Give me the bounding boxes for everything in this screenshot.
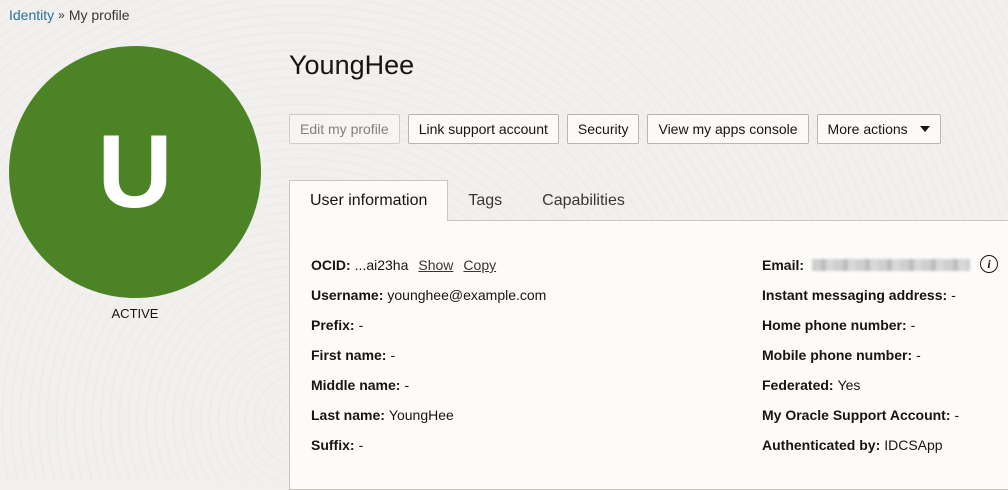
tab-user-information[interactable]: User information <box>289 180 449 221</box>
im-row: Instant messaging address: - <box>762 287 998 317</box>
mos-account-value: - <box>954 407 960 423</box>
avatar-letter: U <box>97 114 173 230</box>
mobile-phone-label: Mobile phone number: <box>762 347 913 363</box>
im-label: Instant messaging address: <box>762 287 948 303</box>
ocid-value: ...ai23ha <box>354 257 409 273</box>
im-value: - <box>951 287 956 303</box>
mos-account-row: My Oracle Support Account: - <box>762 407 998 437</box>
more-actions-button[interactable]: More actions <box>816 114 941 144</box>
page-title: YoungHee <box>289 50 415 80</box>
middle-name-label: Middle name: <box>311 377 401 393</box>
caret-down-icon <box>919 126 930 132</box>
info-column-right: Email: i Instant messaging address: - Ho… <box>762 255 999 467</box>
tab-bar: User information Tags Capabilities <box>289 180 645 221</box>
suffix-label: Suffix: <box>311 437 355 453</box>
tab-tags[interactable]: Tags <box>448 180 522 221</box>
email-row: Email: i <box>762 255 999 287</box>
link-support-account-button[interactable]: Link support account <box>407 114 559 144</box>
last-name-value: YoungHee <box>388 407 454 423</box>
first-name-row: First name: - <box>311 347 546 377</box>
ocid-copy-link[interactable]: Copy <box>463 257 496 273</box>
email-label: Email: <box>762 257 805 273</box>
last-name-label: Last name: <box>311 407 385 423</box>
prefix-row: Prefix: - <box>311 317 546 347</box>
federated-row: Federated: Yes <box>762 377 998 407</box>
edit-profile-button[interactable]: Edit my profile <box>289 114 400 144</box>
username-label: Username: <box>311 287 384 303</box>
avatar: U <box>9 46 261 298</box>
mos-account-label: My Oracle Support Account: <box>762 407 951 423</box>
home-phone-row: Home phone number: - <box>762 317 998 347</box>
status-label: ACTIVE <box>111 306 159 321</box>
federated-value: Yes <box>837 377 861 393</box>
mobile-phone-value: - <box>916 347 921 363</box>
tab-capabilities[interactable]: Capabilities <box>522 180 645 221</box>
breadcrumb-separator: » <box>58 8 65 22</box>
authenticated-by-value: IDCSApp <box>884 437 943 453</box>
last-name-row: Last name: YoungHee <box>311 407 546 437</box>
breadcrumb-identity-link[interactable]: Identity <box>9 7 54 23</box>
breadcrumb-current: My profile <box>68 7 130 23</box>
home-phone-value: - <box>910 317 916 333</box>
more-actions-label: More actions <box>827 121 908 137</box>
security-button[interactable]: Security <box>566 114 640 144</box>
ocid-show-link[interactable]: Show <box>418 257 453 273</box>
prefix-label: Prefix: <box>311 317 355 333</box>
info-column-left: OCID: ...ai23ha Show Copy Username: youn… <box>311 257 546 467</box>
first-name-label: First name: <box>311 347 387 363</box>
action-bar: Edit my profile Link support account Sec… <box>289 114 941 144</box>
breadcrumb: Identity » My profile <box>9 7 130 23</box>
username-row: Username: younghee@example.com <box>311 287 546 317</box>
middle-name-value: - <box>404 377 410 393</box>
suffix-value: - <box>358 437 364 453</box>
username-value: younghee@example.com <box>387 287 547 303</box>
authenticated-by-label: Authenticated by: <box>762 437 881 453</box>
home-phone-label: Home phone number: <box>762 317 907 333</box>
view-apps-console-button[interactable]: View my apps console <box>647 114 809 144</box>
authenticated-by-row: Authenticated by: IDCSApp <box>762 437 998 467</box>
info-icon[interactable]: i <box>980 255 999 273</box>
prefix-value: - <box>358 317 364 333</box>
email-value-redacted <box>812 259 971 271</box>
ocid-row: OCID: ...ai23ha Show Copy <box>311 257 546 287</box>
middle-name-row: Middle name: - <box>311 377 546 407</box>
user-information-panel: OCID: ...ai23ha Show Copy Username: youn… <box>289 220 1008 490</box>
ocid-label: OCID: <box>311 257 351 273</box>
federated-label: Federated: <box>762 377 834 393</box>
suffix-row: Suffix: - <box>311 437 546 467</box>
first-name-value: - <box>390 347 396 363</box>
mobile-phone-row: Mobile phone number: - <box>762 347 998 377</box>
